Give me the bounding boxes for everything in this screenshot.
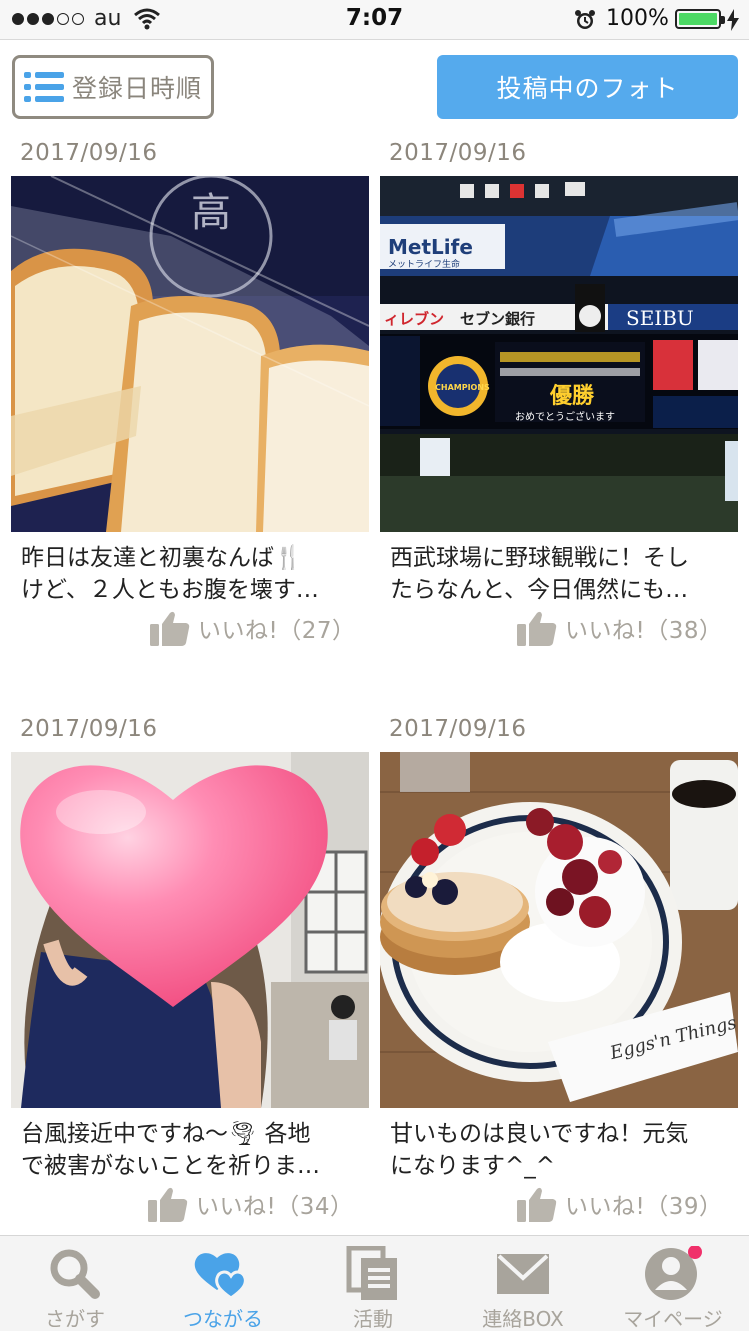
post-caption: 台風接近中ですね〜🌪 各地 で被害がないことを祈りま…: [21, 1121, 320, 1179]
like-button[interactable]: いいね!（39）: [517, 1186, 723, 1222]
svg-text:優勝: 優勝: [549, 384, 595, 409]
like-button[interactable]: いいね!（34）: [148, 1186, 354, 1222]
post-date: 2017/09/16: [20, 716, 158, 742]
thumbs-up-icon: [517, 1187, 557, 1222]
svg-text:CHAMPIONS: CHAMPIONS: [435, 383, 490, 392]
tab-connect[interactable]: つながる: [148, 1236, 298, 1331]
tab-label: つながる: [183, 1307, 263, 1331]
search-icon: [50, 1249, 100, 1299]
sort-order-button[interactable]: 登録日時順: [12, 55, 214, 119]
tab-activity[interactable]: 活動: [298, 1236, 448, 1331]
tab-bar: さがす つながる 活動 連絡BOX マイページ: [0, 1235, 749, 1331]
battery-percent: 100%: [606, 6, 669, 31]
post-photo-heart-selfie[interactable]: [11, 752, 369, 1108]
tab-label: マイページ: [623, 1307, 723, 1331]
mail-icon: [497, 1254, 549, 1294]
thumbs-up-icon: [148, 1187, 188, 1222]
list-icon: [24, 70, 64, 104]
battery-icon: [675, 9, 725, 29]
like-count: いいね!（27）: [198, 618, 356, 644]
tab-mypage[interactable]: マイページ: [598, 1236, 748, 1331]
charging-bolt-icon: [727, 9, 739, 35]
sort-order-label: 登録日時順: [72, 74, 203, 103]
alarm-icon: [574, 9, 596, 35]
user-icon: [645, 1246, 702, 1300]
tab-search[interactable]: さがす: [0, 1236, 150, 1331]
post-photo-bread[interactable]: 高: [11, 176, 369, 532]
posting-photos-button[interactable]: 投稿中のフォト: [437, 55, 738, 119]
post-photo-stadium[interactable]: MetLife メットライフ生命 ィレブン セブン銀行 SEIBU CHAMPI…: [380, 176, 738, 532]
svg-text:ィレブン: ィレブン: [384, 310, 444, 328]
app-screen: au 7:07 100% 登録日時順 投稿中のフォト 2017/09/16 高 …: [0, 0, 749, 1331]
like-button[interactable]: いいね!（38）: [517, 610, 723, 646]
svg-text:MetLife: MetLife: [388, 235, 473, 259]
post-caption: 甘いものは良いですね！元気 になります^_^: [390, 1121, 689, 1179]
svg-text:セブン銀行: セブン銀行: [460, 310, 535, 328]
post-caption: 昨日は友達と初裏なんば🍴 けど、２人ともお腹を壊す…: [21, 545, 319, 603]
hearts-icon: [194, 1253, 247, 1300]
thumbs-up-icon: [150, 611, 190, 646]
svg-text:おめでとうございます: おめでとうございます: [515, 410, 615, 423]
tab-label: さがす: [45, 1307, 105, 1331]
like-count: いいね!（39）: [565, 1194, 723, 1220]
post-date: 2017/09/16: [389, 716, 527, 742]
thumbs-up-icon: [517, 611, 557, 646]
post-date: 2017/09/16: [20, 140, 158, 166]
svg-text:SEIBU: SEIBU: [626, 306, 694, 330]
documents-icon: [346, 1246, 397, 1300]
tab-label: 活動: [353, 1307, 393, 1331]
tab-label: 連絡BOX: [482, 1307, 564, 1331]
post-photo-pancakes[interactable]: Eggs'n Things: [380, 752, 738, 1108]
post-caption: 西武球場に野球観戦に！そし たらなんと、今日偶然にも…: [390, 545, 689, 603]
svg-text:高: 高: [191, 190, 231, 236]
like-button[interactable]: いいね!（27）: [150, 610, 356, 646]
tab-messages[interactable]: 連絡BOX: [448, 1236, 598, 1331]
status-bar: au 7:07 100%: [0, 0, 749, 40]
like-count: いいね!（38）: [565, 618, 723, 644]
like-count: いいね!（34）: [196, 1194, 354, 1220]
post-date: 2017/09/16: [389, 140, 527, 166]
svg-text:メットライフ生命: メットライフ生命: [388, 258, 460, 270]
